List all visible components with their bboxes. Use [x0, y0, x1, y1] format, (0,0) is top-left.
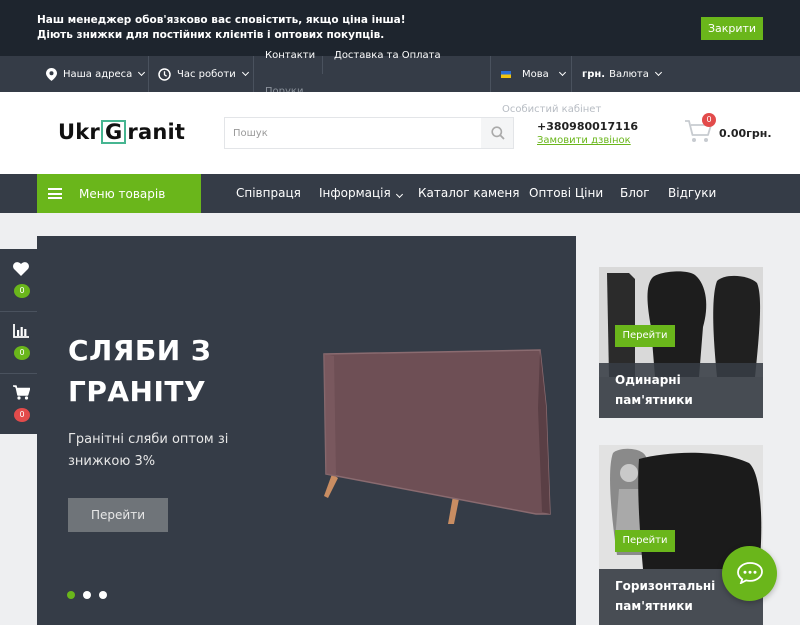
- clock-icon: [158, 67, 171, 81]
- slider-dot-3[interactable]: [99, 591, 107, 599]
- chat-bubble-icon: [737, 562, 763, 584]
- language-label: Мова: [522, 68, 549, 80]
- currency-label: Валюта: [609, 68, 649, 80]
- chevron-down-icon: [138, 68, 146, 77]
- currency-code: грн.: [582, 68, 606, 80]
- category-card-1-button[interactable]: Перейти: [615, 325, 675, 347]
- slide-subtitle-line-1: Гранітні сляби оптом зі: [68, 432, 229, 447]
- site-header: UkrGranit +380980017116 Замовити дзвінок…: [0, 92, 800, 174]
- category-card-single-monuments[interactable]: Перейти Одинарні пам'ятники: [599, 267, 763, 418]
- slide-cta-button[interactable]: Перейти: [68, 498, 168, 532]
- top-bar: Наша адреса Час роботи Контакти Доставка…: [0, 50, 800, 97]
- notice-bar: Наш менеджер обов'язково вас сповістить,…: [0, 0, 800, 56]
- cart-total[interactable]: 0.00грн.: [719, 127, 772, 140]
- address-label: Наша адреса: [63, 68, 133, 80]
- currency-dropdown[interactable]: грн. Валюта: [582, 56, 662, 92]
- category-card-1-caption-line-1: Одинарні: [615, 373, 681, 387]
- category-card-2-button[interactable]: Перейти: [615, 530, 675, 552]
- slide-title: СЛЯБИ З ГРАНІТУ: [68, 330, 211, 412]
- hours-dropdown[interactable]: Час роботи: [158, 56, 249, 92]
- search-box: [224, 117, 514, 149]
- slide-title-line-1: СЛЯБИ З: [68, 334, 212, 367]
- chevron-down-icon: [395, 190, 403, 199]
- nav-item-information[interactable]: Інформація: [319, 174, 403, 213]
- product-menu-label: Меню товарів: [79, 186, 166, 201]
- search-icon: [491, 126, 505, 140]
- close-notice-button[interactable]: Закрити: [701, 17, 763, 40]
- language-dropdown[interactable]: Мова: [501, 56, 566, 92]
- category-card-1-caption-line-2: пам'ятники: [615, 393, 693, 407]
- chevron-down-icon: [558, 68, 566, 77]
- request-call-link[interactable]: Замовити дзвінок: [537, 135, 631, 146]
- address-dropdown[interactable]: Наша адреса: [46, 56, 146, 92]
- category-card-2-caption-line-2: пам'ятники: [615, 599, 693, 613]
- chevron-down-icon: [654, 68, 662, 77]
- nav-item-cooperation[interactable]: Співпраця: [236, 174, 301, 213]
- heart-icon: [13, 262, 29, 276]
- site-logo[interactable]: Ukr Granit: [58, 120, 185, 144]
- chat-button[interactable]: [722, 546, 777, 601]
- main-nav: Меню товарів Співпраця Інформація Катало…: [0, 174, 800, 213]
- slider-pagination: [67, 591, 115, 599]
- contacts-link[interactable]: Контакти: [265, 50, 315, 61]
- account-link[interactable]: Особистий кабінет: [502, 104, 601, 115]
- slide-subtitle: Гранітні сляби оптом зі знижкою 3%: [68, 429, 228, 473]
- search-button[interactable]: [481, 118, 513, 148]
- slide-subtitle-line-2: знижкою 3%: [68, 454, 156, 469]
- phone-number[interactable]: +380980017116: [537, 120, 638, 133]
- wishlist-button[interactable]: 0: [0, 249, 37, 311]
- nav-item-wholesale-prices[interactable]: Оптові Ціни: [529, 174, 603, 213]
- hours-label: Час роботи: [177, 68, 236, 80]
- notice-line-2: Діють знижки для постійних клієнтів і оп…: [37, 29, 385, 41]
- category-card-1-caption: Одинарні пам'ятники: [599, 363, 763, 418]
- nav-item-information-label: Інформація: [319, 186, 391, 200]
- slide-title-line-2: ГРАНІТУ: [68, 375, 207, 408]
- bar-chart-icon: [13, 324, 29, 338]
- logo-text-end: ranit: [127, 120, 186, 144]
- map-pin-icon: [46, 67, 57, 81]
- cart-icon: [13, 385, 30, 400]
- delivery-link[interactable]: Доставка та Оплата: [334, 50, 441, 61]
- logo-text-start: Ukr: [58, 120, 100, 144]
- hamburger-icon: [48, 188, 62, 199]
- notice-message: Наш менеджер обов'язково вас сповістить,…: [37, 13, 457, 43]
- slider-dot-2[interactable]: [83, 591, 91, 599]
- product-menu-button[interactable]: Меню товарів: [37, 174, 201, 213]
- chevron-down-icon: [241, 68, 249, 77]
- granite-slab-image: [323, 349, 551, 524]
- ukraine-flag-icon: [501, 70, 511, 78]
- notice-line-1: Наш менеджер обов'язково вас сповістить,…: [37, 14, 406, 26]
- wishlist-count-badge: 0: [14, 284, 30, 298]
- logo-text-g: G: [100, 120, 127, 144]
- compare-count-badge: 0: [14, 346, 30, 360]
- side-cart-button[interactable]: 0: [0, 373, 37, 435]
- nav-item-blog[interactable]: Блог: [620, 174, 650, 213]
- compare-button[interactable]: 0: [0, 311, 37, 373]
- search-input[interactable]: [225, 118, 482, 148]
- cart-count-badge: 0: [702, 113, 716, 127]
- hero-slider: СЛЯБИ З ГРАНІТУ Гранітні сляби оптом зі …: [37, 236, 576, 625]
- side-widget: 0 0 0: [0, 249, 37, 434]
- slider-dot-1[interactable]: [67, 591, 75, 599]
- side-cart-count-badge: 0: [14, 408, 30, 422]
- nav-item-reviews[interactable]: Відгуки: [668, 174, 716, 213]
- nav-item-stone-catalog[interactable]: Каталог каменя: [418, 174, 519, 213]
